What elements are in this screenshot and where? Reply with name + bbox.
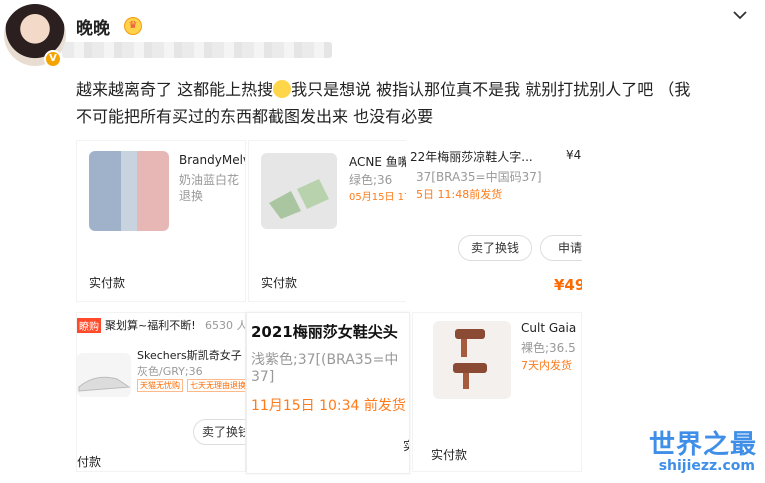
promo-text: 聚划算~福利不断! bbox=[105, 319, 196, 332]
product-title: Cult Gaia bbox=[521, 321, 577, 335]
paid-price: ¥49 bbox=[554, 276, 582, 294]
ship-date: 05月15日 17: bbox=[349, 192, 414, 203]
paid-label: 实付款 bbox=[89, 276, 126, 290]
ship-date: 5日 11:48前发货 bbox=[416, 188, 503, 201]
product-variant: 灰色/GRY;36 bbox=[137, 365, 203, 378]
promo-badge: 瞭购 bbox=[77, 318, 101, 333]
product-variant: 37[BRA35=中国码37] bbox=[416, 170, 542, 184]
tag-return: 七天无理由退换 bbox=[187, 379, 245, 392]
order-card-6: Cult Gaia 裸色;36.5 7天内发货 实付款 bbox=[412, 312, 582, 472]
promo-count: 6530 人 bbox=[205, 319, 246, 332]
paid-label: 实付款 bbox=[261, 276, 298, 290]
order-card-1: BrandyMelv 奶油蓝白花 退换 实付款 bbox=[76, 140, 246, 302]
order-card-4: 瞭购 聚划算~福利不断! 6530 人 Skechers斯凯奇女子 灰色/GRY… bbox=[76, 312, 246, 472]
verified-badge-icon: V bbox=[44, 50, 62, 68]
product-variant: 绿色;36 bbox=[349, 173, 393, 187]
order-card-2: ACNE 鱼嘴 绿色;36 05月15日 17: 实付款 bbox=[248, 140, 418, 302]
ship-date: 7天内发货 bbox=[521, 359, 572, 372]
chevron-down-icon[interactable] bbox=[731, 6, 749, 24]
paid-label-partial: 实 bbox=[403, 437, 409, 454]
product-variant-2: 37] bbox=[251, 369, 275, 385]
resell-button[interactable]: 卖了换钱 bbox=[458, 235, 532, 261]
tag-tmall: 天猫无忧购 bbox=[137, 379, 183, 392]
username[interactable]: 晚晚 bbox=[76, 14, 110, 39]
resell-button[interactable]: 卖了换钱 bbox=[193, 419, 245, 445]
product-image bbox=[261, 153, 337, 229]
product-title: 2021梅丽莎女鞋尖头 bbox=[251, 323, 398, 341]
smile-emoji-icon bbox=[273, 80, 292, 98]
apply-button[interactable]: 申请 bbox=[540, 235, 582, 261]
product-variant: 裸色;36.5 bbox=[521, 341, 576, 355]
paid-label: 实付款 bbox=[431, 448, 468, 462]
product-image bbox=[89, 151, 169, 231]
product-title: ACNE 鱼嘴 bbox=[349, 155, 410, 169]
product-title: 22年梅丽莎凉鞋人字... bbox=[410, 150, 533, 164]
product-variant: 浅紫色;37[(BRA35=中 bbox=[251, 352, 399, 368]
order-card-5: 2021梅丽莎女鞋尖头 浅紫色;37[(BRA35=中 37] 11月15日 1… bbox=[246, 312, 410, 474]
price-head: ¥4 bbox=[566, 148, 582, 162]
product-title: BrandyMelv bbox=[179, 153, 246, 167]
blurred-meta bbox=[62, 42, 332, 58]
product-image bbox=[77, 353, 131, 397]
product-variant: 奶油蓝白花 bbox=[179, 173, 240, 187]
ship-date: 11月15日 10:34 前发货 bbox=[251, 398, 406, 414]
watermark-title: 世界之最 bbox=[648, 430, 757, 460]
product-return: 退换 bbox=[179, 189, 204, 203]
paid-label: 付款 bbox=[77, 455, 102, 469]
product-title: Skechers斯凯奇女子 bbox=[137, 349, 242, 362]
product-image bbox=[433, 321, 511, 399]
member-crown-icon: ♛ bbox=[124, 17, 142, 35]
post-text: 越来越离奇了 这都能上热搜 我只是想说 被指认那位真不是我 就别打扰别人了吧 （我… bbox=[76, 80, 691, 126]
order-card-3: 22年梅丽莎凉鞋人字... ¥4 37[BRA35=中国码37] 5日 11:4… bbox=[406, 140, 582, 302]
watermark-url: shijiezz.com bbox=[658, 458, 755, 474]
